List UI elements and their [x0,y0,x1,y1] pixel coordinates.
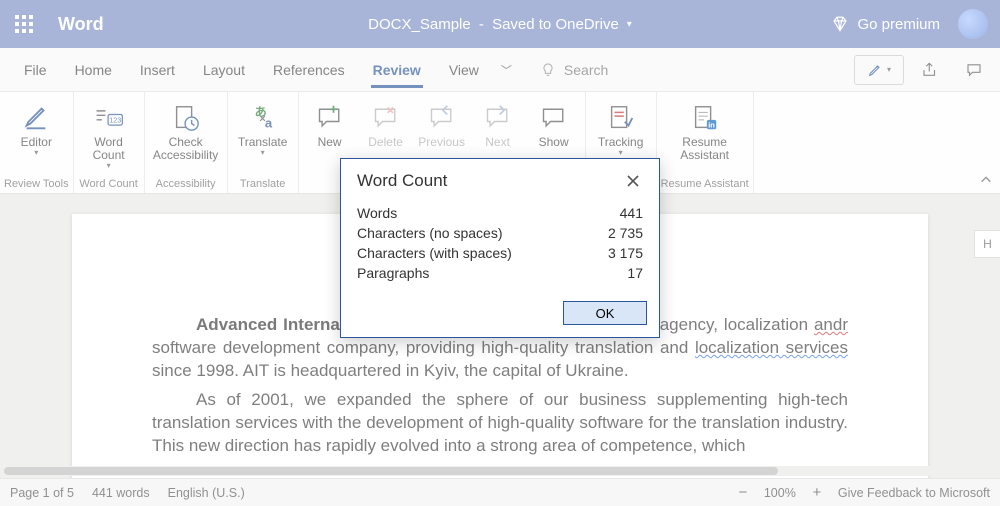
delete-comment-icon [370,102,402,134]
check-accessibility-button[interactable]: Check Accessibility [149,98,223,168]
titlebar: Word DOCX_Sample - Saved to OneDrive ▾ G… [0,0,1000,48]
statusbar: Page 1 of 5 441 words English (U.S.) − 1… [0,478,1000,506]
group-label: Review Tools [4,176,69,190]
document-title-button[interactable]: DOCX_Sample - Saved to OneDrive ▾ [368,16,632,33]
tab-file[interactable]: File [10,48,61,92]
dialog-close-button[interactable] [621,169,645,193]
dialog-body: Words441 Characters (no spaces)2 735 Cha… [341,201,659,295]
save-status: Saved to OneDrive [492,16,619,33]
svg-text:123: 123 [109,116,121,124]
comments-pane-button[interactable] [956,55,992,85]
document-name: DOCX_Sample [368,16,471,33]
stat-row-words: Words441 [357,203,643,223]
tab-view[interactable]: View [435,48,493,92]
tab-layout[interactable]: Layout [189,48,259,92]
zoom-out-button[interactable]: − [734,484,752,501]
chevron-down-icon: ▾ [627,19,632,30]
new-comment-icon [314,102,346,134]
app-launcher-button[interactable] [0,0,48,48]
ribbon-group-review-tools: Editor▾ Review Tools [0,92,74,193]
editor-button[interactable]: Editor▾ [9,98,63,168]
zoom-in-button[interactable]: + [808,484,826,501]
feedback-link[interactable]: Give Feedback to Microsoft [838,486,990,500]
zoom-level[interactable]: 100% [764,486,796,500]
word-count-dialog: Word Count Words441 Characters (no space… [340,158,660,338]
chevron-down-icon: ▾ [887,65,891,74]
chevron-down-icon: ▾ [619,149,623,158]
paragraph[interactable]: As of 2001, we expanded the sphere of ou… [152,389,848,458]
ribbon-group-translate: あa Translate▾ Translate [228,92,299,193]
group-label: Word Count [79,176,138,190]
chevron-down-icon: ▾ [107,162,111,171]
status-page[interactable]: Page 1 of 5 [10,486,74,500]
chevron-down-icon: ▾ [34,149,38,158]
tab-references[interactable]: References [259,48,359,92]
tab-review[interactable]: Review [359,48,435,92]
close-icon [625,173,641,189]
diamond-icon [831,15,849,33]
tracking-icon [605,102,637,134]
horizontal-scrollbar[interactable] [4,466,996,476]
status-language[interactable]: English (U.S.) [168,486,245,500]
header-footer-tab[interactable]: H [974,230,1000,258]
app-name: Word [58,14,104,35]
lightbulb-icon [540,62,556,78]
group-label: Accessibility [156,176,216,190]
ribbon-group-word-count: 123 Word Count▾ Word Count [74,92,145,193]
word-count-icon: 123 [93,102,125,134]
translate-button[interactable]: あa Translate▾ [232,98,294,168]
chevron-down-icon: ▾ [261,149,265,158]
tab-insert[interactable]: Insert [126,48,189,92]
word-count-button[interactable]: 123 Word Count▾ [78,98,140,175]
tell-me-search[interactable]: Search [540,62,608,78]
svg-text:in: in [708,120,715,129]
user-avatar[interactable] [958,9,988,39]
collapse-ribbon-button[interactable] [972,92,1000,193]
waffle-icon [15,15,33,33]
group-label: Translate [240,176,285,190]
previous-comment-icon [426,102,458,134]
share-button[interactable] [912,55,948,85]
chevron-up-icon [979,173,993,187]
tabs-right-controls: ▾ [854,55,992,85]
search-placeholder: Search [564,62,608,78]
stat-row-chars-no-spaces: Characters (no spaces)2 735 [357,223,643,243]
comment-icon [965,61,983,79]
editor-icon [20,102,52,134]
go-premium-button[interactable]: Go premium [831,15,940,33]
stat-row-chars-with-spaces: Characters (with spaces)3 175 [357,243,643,263]
next-comment-icon [482,102,514,134]
tab-home[interactable]: Home [61,48,126,92]
pencil-icon [867,62,883,78]
resume-assistant-icon: in [689,102,721,134]
translate-icon: あa [247,102,279,134]
group-label: Resume Assistant [661,176,749,190]
ribbon-group-accessibility: Check Accessibility Accessibility [145,92,228,193]
share-icon [921,61,939,79]
show-comments-icon [538,102,570,134]
ribbon-group-resume-assistant: in Resume Assistant Resume Assistant [657,92,754,193]
tabs-row: File Home Insert Layout References Revie… [0,48,1000,92]
resume-assistant-button[interactable]: in Resume Assistant [674,98,736,168]
scrollbar-thumb[interactable] [4,467,778,475]
status-word-count[interactable]: 441 words [92,486,150,500]
accessibility-icon [170,102,202,134]
stat-row-paragraphs: Paragraphs17 [357,263,643,283]
dialog-title: Word Count [357,171,447,191]
svg-text:a: a [264,115,272,130]
editing-mode-button[interactable]: ▾ [854,55,904,85]
go-premium-label: Go premium [857,16,940,33]
tabs-overflow-button[interactable]: ﹀ [493,62,520,78]
ok-button[interactable]: OK [563,301,647,325]
